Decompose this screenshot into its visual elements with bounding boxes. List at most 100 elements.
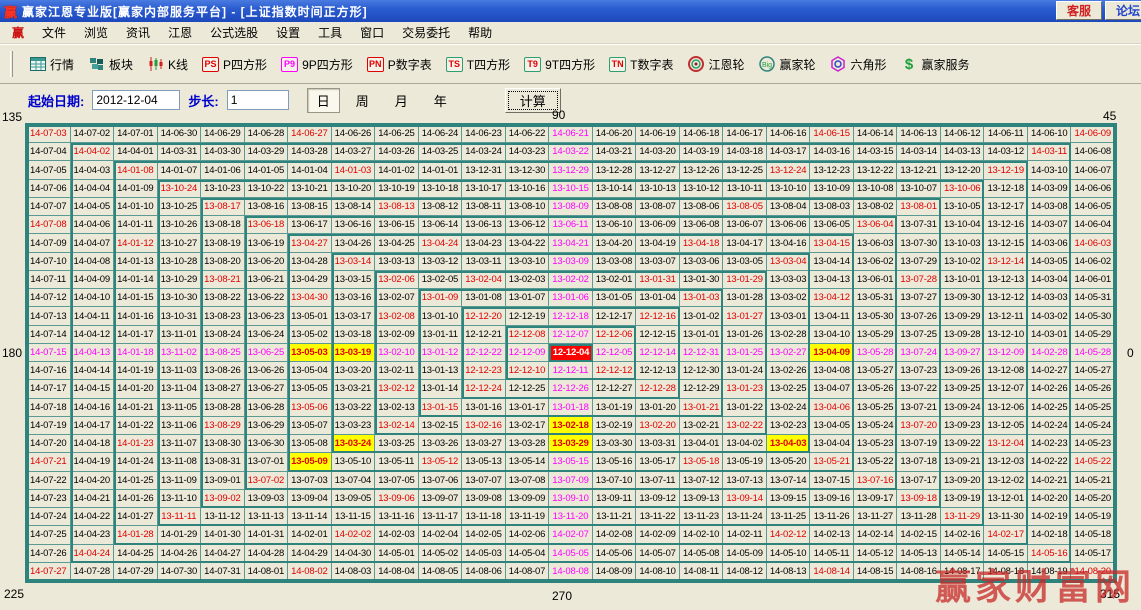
menu-item-江恩[interactable]: 江恩 <box>160 22 200 43</box>
date-cell[interactable]: 14-04-13 <box>71 344 115 362</box>
date-cell[interactable]: 14-08-15 <box>854 563 898 581</box>
date-cell[interactable]: 14-02-02 <box>332 526 376 544</box>
date-cell[interactable]: 13-08-27 <box>201 380 245 398</box>
date-cell[interactable]: 13-10-08 <box>854 180 898 198</box>
date-cell[interactable]: 13-07-11 <box>636 472 680 490</box>
date-cell[interactable]: 13-05-21 <box>810 453 854 471</box>
date-cell[interactable]: 13-05-13 <box>462 453 506 471</box>
date-cell[interactable]: 14-04-28 <box>245 545 289 563</box>
date-cell[interactable]: 13-06-12 <box>506 216 550 234</box>
date-cell[interactable]: 13-12-06 <box>984 399 1028 417</box>
date-cell[interactable]: 14-07-09 <box>27 234 71 252</box>
date-cell[interactable]: 13-04-16 <box>767 234 811 252</box>
date-cell[interactable]: 13-02-15 <box>419 417 463 435</box>
date-cell[interactable]: 13-12-20 <box>941 161 985 179</box>
date-cell[interactable]: 13-11-09 <box>158 472 202 490</box>
date-cell[interactable]: 13-07-02 <box>245 472 289 490</box>
date-cell[interactable]: 12-12-29 <box>680 380 724 398</box>
date-cell[interactable]: 13-08-08 <box>593 198 637 216</box>
date-cell[interactable]: 14-08-02 <box>288 563 332 581</box>
date-cell[interactable]: 13-09-30 <box>941 289 985 307</box>
date-cell[interactable]: 14-06-07 <box>1071 161 1115 179</box>
date-cell[interactable]: 14-03-13 <box>941 143 985 161</box>
date-cell[interactable]: 14-07-03 <box>27 125 71 143</box>
date-cell[interactable]: 13-02-08 <box>375 307 419 325</box>
date-cell[interactable]: 13-02-14 <box>375 417 419 435</box>
date-cell[interactable]: 14-07-17 <box>27 380 71 398</box>
date-cell[interactable]: 13-02-02 <box>549 271 593 289</box>
date-cell[interactable]: 14-04-29 <box>288 545 332 563</box>
date-cell[interactable]: 14-05-21 <box>1071 472 1115 490</box>
date-cell[interactable]: 13-11-07 <box>158 435 202 453</box>
date-cell[interactable]: 12-12-22 <box>462 344 506 362</box>
date-cell[interactable]: 14-07-23 <box>27 490 71 508</box>
date-cell[interactable]: 14-02-17 <box>984 526 1028 544</box>
date-cell[interactable]: 14-06-09 <box>1071 125 1115 143</box>
date-cell[interactable]: 13-05-09 <box>288 453 332 471</box>
date-cell[interactable]: 14-01-19 <box>114 362 158 380</box>
date-cell[interactable]: 14-07-27 <box>27 563 71 581</box>
date-cell[interactable]: 13-10-14 <box>593 180 637 198</box>
date-cell[interactable]: 13-12-16 <box>984 216 1028 234</box>
date-cell[interactable]: 14-04-21 <box>71 490 115 508</box>
date-cell[interactable]: 14-01-05 <box>245 161 289 179</box>
date-cell[interactable]: 12-12-18 <box>549 307 593 325</box>
date-cell[interactable]: 13-10-07 <box>897 180 941 198</box>
date-cell[interactable]: 13-07-31 <box>897 216 941 234</box>
date-cell[interactable]: 14-03-21 <box>593 143 637 161</box>
date-cell[interactable]: 13-03-01 <box>767 307 811 325</box>
date-cell[interactable]: 14-01-28 <box>114 526 158 544</box>
date-cell[interactable]: 13-12-17 <box>984 198 1028 216</box>
date-cell[interactable]: 13-04-29 <box>288 271 332 289</box>
date-cell[interactable]: 13-10-19 <box>375 180 419 198</box>
date-cell[interactable]: 13-09-09 <box>506 490 550 508</box>
date-cell[interactable]: 13-05-25 <box>854 399 898 417</box>
date-cell[interactable]: 13-09-06 <box>375 490 419 508</box>
date-cell[interactable]: 14-04-01 <box>114 143 158 161</box>
date-cell[interactable]: 14-08-11 <box>680 563 724 581</box>
date-cell[interactable]: 13-01-17 <box>506 399 550 417</box>
date-cell[interactable]: 14-02-05 <box>462 526 506 544</box>
date-cell[interactable]: 14-03-26 <box>375 143 419 161</box>
date-cell[interactable]: 14-01-22 <box>114 417 158 435</box>
date-cell[interactable]: 13-09-28 <box>941 326 985 344</box>
date-cell[interactable]: 12-12-09 <box>506 344 550 362</box>
date-cell[interactable]: 13-08-11 <box>462 198 506 216</box>
date-cell[interactable]: 13-12-12 <box>984 289 1028 307</box>
date-cell[interactable]: 14-05-30 <box>1071 307 1115 325</box>
date-cell[interactable]: 13-12-14 <box>984 253 1028 271</box>
date-cell[interactable]: 14-05-10 <box>767 545 811 563</box>
date-cell[interactable]: 13-03-04 <box>767 253 811 271</box>
date-cell[interactable]: 13-07-05 <box>375 472 419 490</box>
date-cell[interactable]: 13-03-29 <box>549 435 593 453</box>
date-cell[interactable]: 13-05-26 <box>854 380 898 398</box>
date-cell[interactable]: 12-12-14 <box>636 344 680 362</box>
date-cell[interactable]: 13-08-13 <box>375 198 419 216</box>
date-cell[interactable]: 14-05-12 <box>854 545 898 563</box>
date-cell[interactable]: 13-09-23 <box>941 417 985 435</box>
date-cell[interactable]: 13-08-10 <box>506 198 550 216</box>
date-cell[interactable]: 13-06-11 <box>549 216 593 234</box>
date-cell[interactable]: 14-05-19 <box>1071 508 1115 526</box>
date-cell[interactable]: 13-08-26 <box>201 362 245 380</box>
date-cell[interactable]: 13-07-17 <box>897 472 941 490</box>
date-cell[interactable]: 13-05-31 <box>854 289 898 307</box>
date-cell[interactable]: 14-03-31 <box>158 143 202 161</box>
date-cell[interactable]: 13-07-07 <box>462 472 506 490</box>
date-cell[interactable]: 13-03-13 <box>375 253 419 271</box>
date-cell[interactable]: 14-04-25 <box>114 545 158 563</box>
date-cell[interactable]: 13-07-23 <box>897 362 941 380</box>
date-cell[interactable]: 13-10-30 <box>158 289 202 307</box>
date-cell[interactable]: 13-10-15 <box>549 180 593 198</box>
date-cell[interactable]: 13-09-24 <box>941 399 985 417</box>
date-cell[interactable]: 12-12-31 <box>680 344 724 362</box>
date-cell[interactable]: 14-04-12 <box>71 326 115 344</box>
date-cell[interactable]: 13-04-22 <box>506 234 550 252</box>
date-cell[interactable]: 14-01-18 <box>114 344 158 362</box>
date-cell[interactable]: 13-07-25 <box>897 326 941 344</box>
date-cell[interactable]: 13-04-27 <box>288 234 332 252</box>
date-cell[interactable]: 14-08-03 <box>332 563 376 581</box>
date-cell[interactable]: 14-03-25 <box>419 143 463 161</box>
date-cell[interactable]: 14-07-31 <box>201 563 245 581</box>
date-cell[interactable]: 14-06-01 <box>1071 271 1115 289</box>
